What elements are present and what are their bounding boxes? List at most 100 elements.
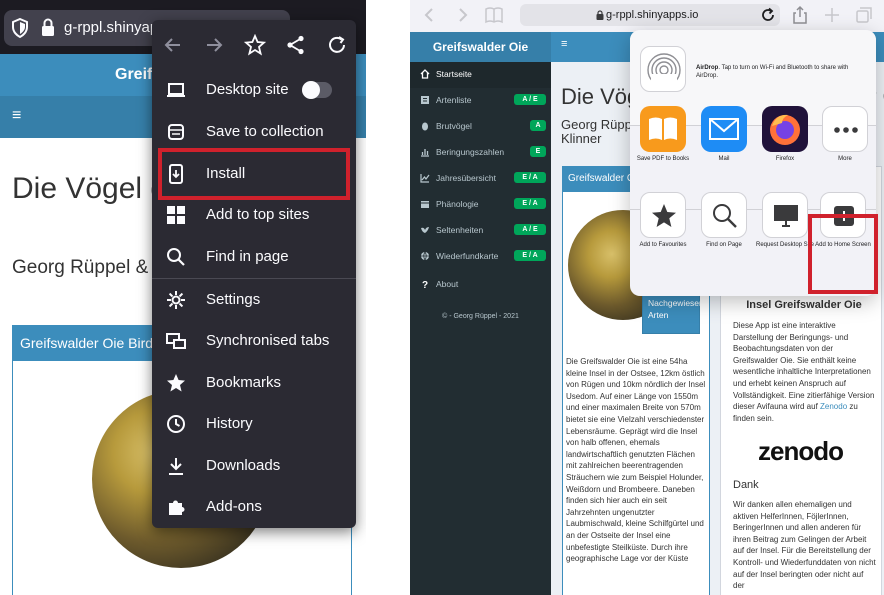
sidebar-item-label: Startseite	[436, 69, 472, 79]
forward-arrow-icon[interactable]	[193, 20, 234, 70]
menu-item-label: History	[206, 415, 253, 432]
url-text: g-rppl.shinyapps.io	[606, 9, 699, 21]
zenodo-logo[interactable]: zenodo	[758, 436, 844, 467]
sidebar-item-beringungszahlen[interactable]: Beringungszahlen E	[410, 140, 551, 166]
thanks-paragraph: Wir danken allen ehemaligen und aktiven …	[733, 500, 876, 591]
airdrop-bold: AirDrop	[696, 65, 719, 71]
bookmark-star-icon	[167, 374, 185, 392]
airdrop-icon[interactable]	[640, 46, 686, 92]
calendar-icon	[421, 201, 429, 208]
menu-item-settings[interactable]: Settings	[152, 279, 356, 321]
sidebar-item-label: About	[436, 279, 459, 289]
bird-icon	[421, 227, 429, 233]
share-action-add-to-favourites[interactable]: Add to Favourites	[633, 192, 693, 249]
sidebar-copyright: © - Georg Rüppel - 2021	[442, 313, 519, 320]
menu-item-synchronised-tabs[interactable]: Synchronised tabs	[152, 320, 356, 362]
sidebar-toggle-icon[interactable]: ≡	[12, 107, 21, 125]
menu-item-find-in-page[interactable]: Find in page	[152, 236, 356, 278]
share-action-find-on-page[interactable]: Find on Page	[694, 192, 754, 249]
sidebar-item-seltenheiten[interactable]: Seltenheiten A / E	[410, 218, 551, 244]
star-icon[interactable]	[234, 20, 275, 70]
mail-icon	[701, 106, 747, 152]
sidebar-item-label: Beringungszahlen	[436, 147, 505, 157]
sidebar-badge: E / A	[514, 250, 546, 261]
sidebar-item-phaenologie[interactable]: Phänologie E / A	[410, 192, 551, 218]
sidebar-item-label: Phänologie	[436, 199, 479, 209]
menu-item-downloads[interactable]: Downloads	[152, 445, 356, 487]
share-icon[interactable]	[790, 5, 810, 25]
sidebar-item-wiederfundkarte[interactable]: Wiederfundkarte E / A	[410, 244, 551, 270]
bar-chart-icon	[421, 149, 429, 157]
airdrop-text: . Tap to turn on Wi-Fi and Bluetooth to …	[696, 65, 849, 79]
search-icon	[167, 248, 185, 266]
search-icon	[701, 192, 747, 238]
menu-item-add-to-top-sites[interactable]: Add to top sites	[152, 194, 356, 236]
back-chevron-icon[interactable]	[420, 5, 440, 25]
monitor-icon	[762, 192, 808, 238]
reload-icon[interactable]	[316, 20, 357, 70]
intro-paragraph: Die Greifswalder Oie ist eine 54ha klein…	[566, 357, 706, 564]
species-button-label: Nachgewiesene Arten	[648, 298, 709, 320]
bookmarks-book-icon[interactable]	[484, 5, 504, 25]
puzzle-icon	[169, 500, 185, 515]
sidebar-item-label: Seltenheiten	[436, 225, 484, 235]
about-paragraph: Diese App ist eine interaktive Darstellu…	[733, 320, 876, 424]
forward-chevron-icon[interactable]	[452, 5, 472, 25]
tracking-shield-icon[interactable]	[12, 18, 28, 38]
share-action-label: Request Desktop Site	[755, 242, 815, 248]
menu-item-history[interactable]: History	[152, 403, 356, 445]
share-app-books[interactable]: Save PDF to Books	[633, 106, 693, 163]
highlight-box-add-to-home-screen	[808, 214, 878, 294]
authors: Georg Rüppel & Thomas Klinner	[12, 258, 172, 278]
star-icon	[640, 192, 686, 238]
clock-icon	[167, 415, 185, 433]
sidebar-badge: A / E	[514, 94, 546, 105]
menu-item-add-ons[interactable]: Add-ons	[152, 486, 356, 528]
egg-icon	[422, 122, 428, 131]
gear-icon	[167, 291, 185, 309]
menu-item-save-to-collection[interactable]: Save to collection	[152, 111, 356, 153]
tabs-overview-icon[interactable]	[854, 5, 874, 25]
download-icon	[169, 458, 183, 475]
menu-item-label: Bookmarks	[206, 374, 282, 391]
sidebar-badge: E / A	[514, 172, 546, 183]
share-icon[interactable]	[275, 20, 316, 70]
collection-icon	[168, 124, 184, 140]
menu-item-label: Settings	[206, 291, 261, 308]
sidebar-badge: E	[530, 146, 546, 157]
lock-icon	[596, 10, 604, 20]
laptop-icon	[167, 83, 185, 97]
menu-item-label: Downloads	[206, 457, 281, 474]
reload-icon[interactable]	[758, 5, 778, 25]
lock-icon	[42, 18, 54, 36]
grid-icon	[167, 206, 185, 224]
about-text: Diese App ist eine interaktive Darstellu…	[733, 321, 875, 412]
menu-item-label: Find in page	[206, 248, 289, 265]
menu-toolbar	[152, 20, 356, 70]
sidebar-item-jahresuebersicht[interactable]: Jahresübersicht E / A	[410, 166, 551, 192]
sidebar-item-brutvoegel[interactable]: Brutvögel A	[410, 114, 551, 140]
sidebar-item-artenliste[interactable]: Artenliste A / E	[410, 88, 551, 114]
thanks-heading: Dank	[733, 479, 759, 491]
menu-item-bookmarks[interactable]: Bookmarks	[152, 362, 356, 404]
share-action-request-desktop-site[interactable]: Request Desktop Site	[755, 192, 815, 249]
share-app-label: More	[838, 156, 852, 162]
highlight-box-install	[158, 148, 350, 200]
share-app-firefox[interactable]: Firefox	[755, 106, 815, 163]
sidebar-item-about[interactable]: ? About	[410, 272, 551, 298]
back-arrow-icon[interactable]	[152, 20, 193, 70]
app-title: Greifswalder Oie	[432, 40, 529, 54]
sidebar-badge: E / A	[514, 198, 546, 209]
share-app-mail[interactable]: Mail	[694, 106, 754, 163]
android-firefox-screenshot: g-rppl.shinyapps.io Greifswalder Oie ≡ D…	[0, 0, 366, 595]
menu-item-label: Add-ons	[206, 498, 262, 515]
share-app-more[interactable]: More	[815, 106, 875, 163]
sidebar-item-startseite[interactable]: Startseite	[410, 62, 551, 88]
sidebar-toggle-icon[interactable]: ≡	[561, 38, 567, 50]
synced-tabs-icon	[166, 333, 186, 349]
svg-text:?: ?	[422, 280, 428, 289]
new-tab-icon[interactable]	[822, 5, 842, 25]
sidebar-item-label: Jahresübersicht	[436, 173, 497, 183]
zenodo-link[interactable]: Zenodo	[820, 402, 847, 411]
toggle-knob	[302, 81, 320, 99]
